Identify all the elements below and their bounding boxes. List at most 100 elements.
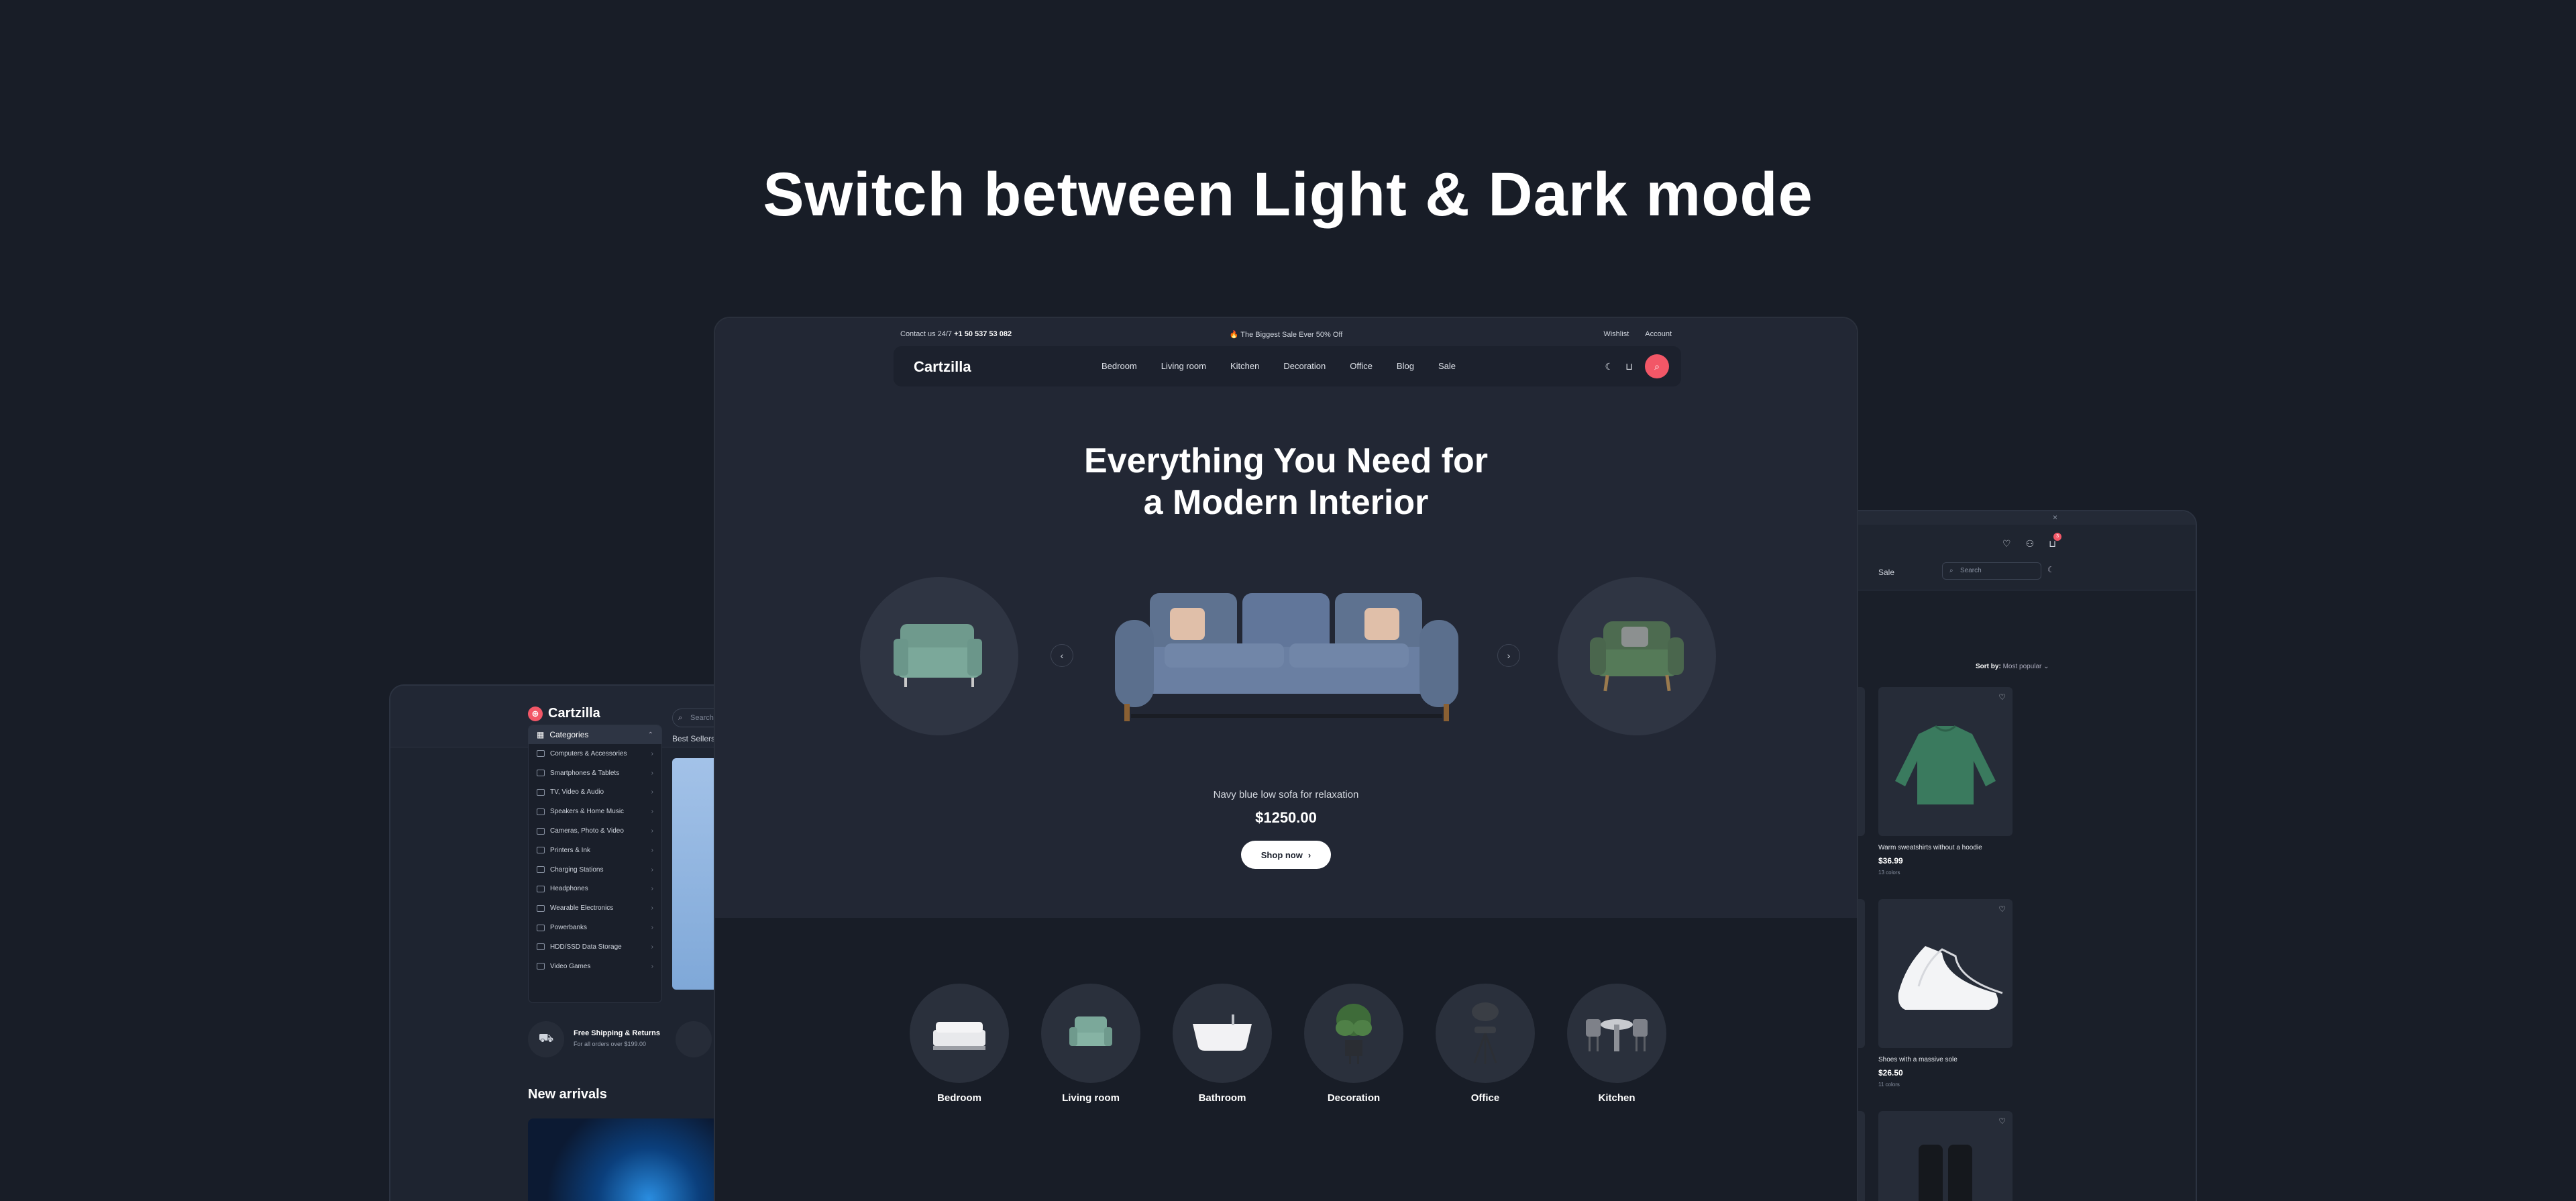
category-menu-item[interactable]: Speakers & Home Music › [529,802,661,821]
right-header-icons: ♡ ⚇ ⊔ 3 [2002,533,2062,550]
category-menu-item[interactable]: Video Games › [529,957,661,976]
hero-product-name[interactable]: Navy blue low sofa for relaxation [715,789,1857,800]
category-bathroom[interactable]: Bathroom [1173,984,1272,1104]
category-menu-label: Speakers & Home Music [550,808,625,816]
nav-item-living-room[interactable]: Living room [1161,361,1206,371]
nav-item-blog[interactable]: Blog [1397,361,1414,371]
cart-icon[interactable]: ⊔ [1625,361,1633,372]
chevron-left-icon: ‹ [1060,650,1064,661]
hero-title: Everything You Need for a Modern Interio… [1084,441,1488,522]
product-card-sweatshirt[interactable]: ♡ [1878,687,2012,836]
category-menu-item[interactable]: Smartphones & Tablets › [529,764,661,783]
close-icon[interactable]: × [2053,513,2057,522]
promo-text[interactable]: 🔥 The Biggest Sale Ever 50% Off [715,330,1857,339]
nav-item-bedroom[interactable]: Bedroom [1102,361,1137,371]
category-icon [537,866,545,874]
product-card-shoes[interactable]: ♡ [1878,899,2012,1048]
wishlist-heart-icon[interactable]: ♡ [1998,1116,2006,1126]
right-search-input[interactable]: ⌕ Search [1942,562,2041,580]
user-icon[interactable]: ⚇ [2026,538,2035,550]
category-icon [537,943,545,951]
main-navbar: Cartzilla Bedroom Living room Kitchen De… [894,346,1681,386]
nav-item-kitchen[interactable]: Kitchen [1230,361,1259,371]
category-icon [537,924,545,931]
category-menu-item[interactable]: Printers & Ink › [529,841,661,860]
chevron-right-icon: › [651,866,653,874]
category-list: Bedroom Living room Bathroom Decoration … [910,984,1666,1104]
category-menu-label: Computers & Accessories [550,749,627,758]
cart-icon[interactable]: ⊔ 3 [2049,533,2062,550]
best-sellers-link[interactable]: Best Sellers [672,734,715,743]
account-link[interactable]: Account [1645,330,1672,338]
category-menu-item[interactable]: TV, Video & Audio › [529,783,661,802]
logo-icon: ⊕ [528,706,543,721]
sort-dropdown[interactable]: Sort by: Most popular ⌄ [1976,663,2049,670]
carousel-next-button[interactable]: › [1497,644,1520,667]
shipping-subtitle: For all orders over $199.00 [574,1041,647,1047]
chevron-right-icon: › [651,827,653,835]
category-menu-item[interactable]: Wearable Electronics › [529,898,661,918]
boots-image [1919,1145,1972,1201]
left-logo[interactable]: ⊕ Cartzilla [528,706,600,721]
hero-product-price: $1250.00 [1255,809,1317,826]
product-title[interactable]: Warm sweatshirts without a hoodie [1878,844,1982,851]
theme-toggle-icon[interactable]: ☾ [2047,565,2055,574]
category-icon [537,885,545,892]
category-office[interactable]: Office [1436,984,1535,1104]
chevron-right-icon: › [651,808,653,816]
categories-toggle[interactable]: ▦ Categories ⌃ [529,725,661,744]
chevron-right-icon: › [651,962,653,970]
chevron-right-icon: › [651,943,653,951]
product-title[interactable]: Shoes with a massive sole [1878,1056,1957,1063]
category-menu-item[interactable]: Powerbanks › [529,918,661,937]
product-colors: 13 colors [1878,870,1900,876]
category-icon [537,750,545,758]
brand-logo[interactable]: Cartzilla [914,358,971,376]
sofa-image [1115,593,1458,721]
product-colors: 11 colors [1878,1082,1900,1088]
carousel-prev-button[interactable]: ‹ [1051,644,1073,667]
category-menu-label: Video Games [550,962,591,970]
category-kitchen[interactable]: Kitchen [1567,984,1666,1104]
new-arrivals-heading: New arrivals [528,1087,607,1102]
category-menu-item[interactable]: Charging Stations › [529,860,661,880]
category-living-room[interactable]: Living room [1041,984,1140,1104]
shop-now-button[interactable]: Shop now › [1241,841,1331,869]
category-menu-item[interactable]: Headphones › [529,880,661,899]
page-headline: Switch between Light & Dark mode [763,160,1813,229]
category-decoration[interactable]: Decoration [1304,984,1403,1104]
category-menu-item[interactable]: Cameras, Photo & Video › [529,821,661,841]
category-bedroom[interactable]: Bedroom [910,984,1009,1104]
category-icon [537,904,545,912]
nav-sale-link[interactable]: Sale [1878,568,1894,577]
nav-item-office[interactable]: Office [1350,361,1373,371]
category-menu-item[interactable]: HDD/SSD Data Storage › [529,937,661,957]
left-brand: Cartzilla [548,706,600,721]
wishlist-heart-icon[interactable]: ♡ [1998,904,2006,914]
category-menu-item[interactable]: Computers & Accessories › [529,744,661,764]
moon-icon[interactable]: ☾ [1605,361,1614,372]
chevron-right-icon: › [651,769,653,777]
prev-product-thumbnail[interactable] [860,577,1018,735]
nav-item-sale[interactable]: Sale [1438,361,1456,371]
category-icon [537,827,545,835]
wishlist-link[interactable]: Wishlist [1603,330,1629,338]
chevron-right-icon: › [651,788,653,796]
grid-icon: ▦ [537,730,545,739]
chevron-right-icon: › [1507,650,1511,661]
product-price: $36.99 [1878,856,1903,866]
bed-icon [933,1022,985,1050]
category-icon [537,847,545,854]
nav-actions: ☾ ⊔ ⌕ [1605,354,1669,378]
next-product-thumbnail[interactable] [1558,577,1716,735]
sweatshirt-image [1895,725,1996,804]
chevron-right-icon: › [1307,849,1311,860]
heart-icon[interactable]: ♡ [2002,538,2011,550]
new-arrival-product-image[interactable] [528,1118,729,1201]
search-button[interactable]: ⌕ [1645,354,1669,378]
category-menu-label: Headphones [550,885,588,893]
wishlist-heart-icon[interactable]: ♡ [1998,692,2006,702]
armchair-image [894,624,982,687]
nav-item-decoration[interactable]: Decoration [1283,361,1326,371]
product-card-boots[interactable]: ♡ [1878,1111,2012,1201]
